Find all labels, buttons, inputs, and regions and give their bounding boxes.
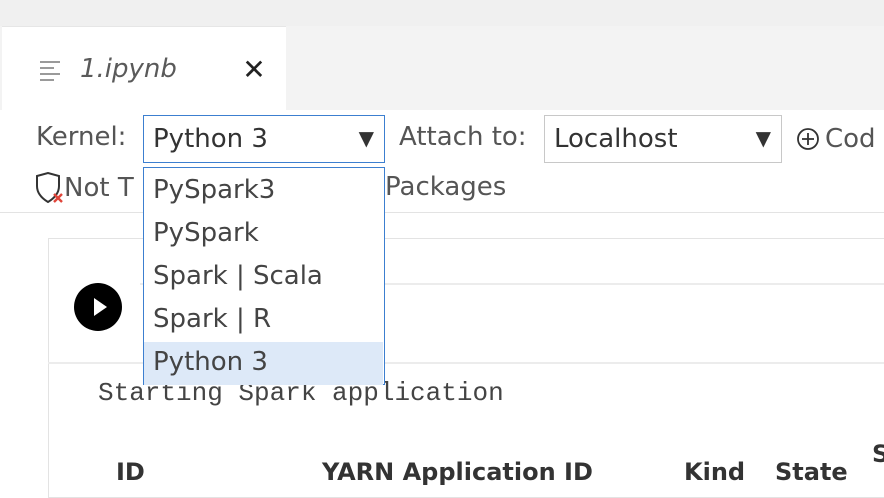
table-header-truncated: S — [872, 440, 884, 468]
kernel-option[interactable]: Spark | R — [144, 299, 383, 342]
kernel-select-value: Python 3 — [153, 124, 268, 154]
close-icon[interactable]: ✕ — [240, 54, 268, 86]
notebook-file-icon — [40, 61, 60, 81]
kernel-option[interactable]: PySpark3 — [144, 170, 383, 213]
attach-select[interactable]: Localhost ▼ — [544, 115, 782, 163]
chevron-down-icon: ▼ — [755, 126, 771, 150]
trust-button[interactable]: Not T — [34, 172, 134, 204]
kernel-option-selected[interactable]: Python 3 — [144, 342, 383, 385]
window-top-strip — [0, 0, 884, 26]
run-cell-button[interactable] — [74, 283, 122, 331]
kernel-option[interactable]: Spark | Scala — [144, 256, 383, 299]
add-code-label: Cod — [825, 124, 876, 154]
add-code-button[interactable]: Cod — [797, 124, 876, 154]
chevron-down-icon: ▼ — [358, 126, 374, 150]
toolbar-divider — [0, 212, 884, 213]
trust-label: Not T — [64, 173, 134, 203]
attach-select-value: Localhost — [554, 124, 678, 154]
manage-packages-button[interactable]: Packages — [385, 172, 506, 202]
kernel-label: Kernel: — [36, 122, 127, 152]
play-icon — [94, 298, 107, 316]
attach-label: Attach to: — [399, 122, 527, 152]
kernel-option[interactable]: PySpark — [144, 213, 383, 256]
shield-untrusted-icon — [36, 172, 63, 204]
kernel-dropdown-list: PySpark3 PySpark Spark | Scala Spark | R… — [143, 167, 385, 385]
kernel-select[interactable]: Python 3 ▼ — [143, 115, 385, 163]
add-circle-icon — [797, 128, 819, 150]
tab-title: 1.ipynb — [80, 54, 177, 84]
